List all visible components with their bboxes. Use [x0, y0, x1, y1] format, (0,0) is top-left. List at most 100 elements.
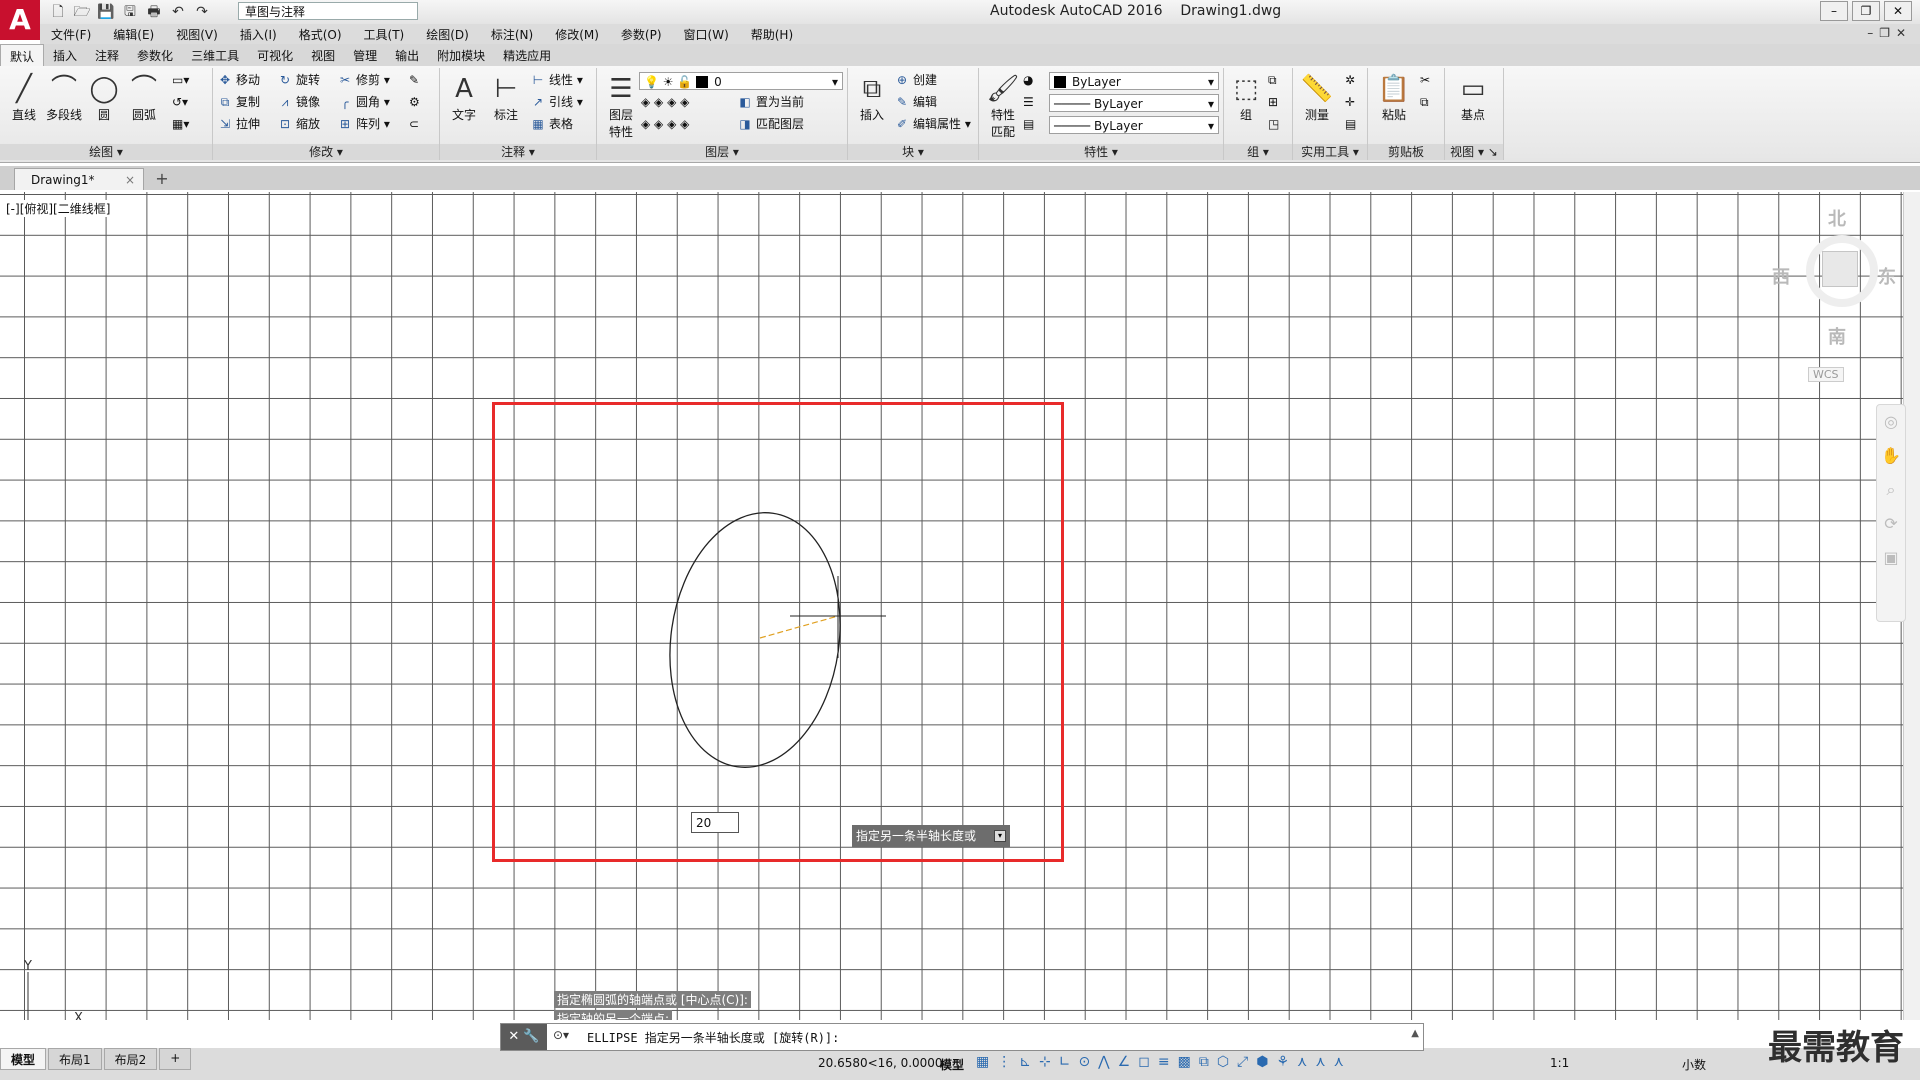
osnap-icon[interactable]: ◻ [1138, 1054, 1150, 1070]
tab-layout1[interactable]: 布局1 [48, 1048, 102, 1070]
leader-tool[interactable]: ↗ 引线 ▾ [530, 92, 583, 112]
3d-osnap-icon[interactable]: ⬡ [1217, 1054, 1229, 1070]
save-as-icon[interactable]: 🖫 [120, 2, 140, 22]
erase-icon[interactable]: ✎ [409, 70, 419, 90]
menu-insert[interactable]: 插入(I) [229, 24, 288, 44]
groups-panel-footer[interactable]: 组 ▾ [1224, 144, 1292, 160]
move-tool[interactable]: ✥ 移动 [217, 70, 260, 90]
undo-icon[interactable]: ↶ [168, 2, 188, 22]
cut-icon[interactable]: ✂ [1420, 70, 1430, 90]
tab-model[interactable]: 模型 [0, 1048, 47, 1070]
menu-file[interactable]: 文件(F) [40, 24, 102, 44]
menu-view[interactable]: 视图(V) [165, 24, 229, 44]
lineweight-toggle-icon[interactable]: ≡ [1158, 1054, 1170, 1070]
tab-featured-apps[interactable]: 精选应用 [494, 44, 560, 66]
menu-format[interactable]: 格式(O) [288, 24, 353, 44]
match-properties-tool[interactable]: 🖌 特性 匹配 [981, 72, 1025, 140]
menu-edit[interactable]: 编辑(E) [102, 24, 165, 44]
minimize-icon[interactable]: – [1820, 1, 1848, 21]
text-tool[interactable]: A 文字 [442, 72, 486, 123]
gizmo-icon[interactable]: ⚘ [1276, 1054, 1289, 1070]
trim-tool[interactable]: ✂ 修剪 ▾ [337, 70, 390, 90]
ortho-icon[interactable]: ∟ [1059, 1054, 1071, 1070]
command-history-toggle[interactable]: ▲ [1411, 1028, 1419, 1039]
selection-filter-icon[interactable]: ⬢ [1256, 1054, 1268, 1070]
draw-panel-footer[interactable]: 绘图 ▾ [0, 144, 212, 160]
menu-dimension[interactable]: 标注(N) [480, 24, 544, 44]
group-tool[interactable]: ⬚ 组 [1224, 72, 1268, 123]
rotate-tool[interactable]: ↻ 旋转 [277, 70, 320, 90]
viewcube-west[interactable]: 西 [1772, 263, 1790, 289]
calculator-icon[interactable]: ▤ [1345, 114, 1356, 134]
polyline-tool[interactable]: ⌒ 多段线 [42, 72, 86, 123]
match-layer-tool[interactable]: ◨ 匹配图层 [737, 114, 804, 134]
mirror-tool[interactable]: ⩘ 镜像 [277, 92, 320, 112]
edit-block-tool[interactable]: ✎ 编辑 [894, 92, 937, 112]
restore-icon[interactable]: ❐ [1852, 1, 1880, 21]
pan-icon[interactable]: ✋ [1877, 439, 1905, 473]
linetype-select[interactable]: ───── ByLayer ▾ [1049, 94, 1219, 112]
recent-commands-icon[interactable]: ⊙▾ [553, 1028, 569, 1042]
menu-window[interactable]: 窗口(W) [673, 24, 740, 44]
arc-tool[interactable]: ⌒ 圆弧 [122, 72, 166, 123]
menu-draw[interactable]: 绘图(D) [415, 24, 480, 44]
ungroup-icon[interactable]: ⧉ [1268, 70, 1277, 90]
dynamic-input-icon[interactable]: ⊹ [1039, 1054, 1051, 1070]
viewcube-south[interactable]: 南 [1828, 323, 1846, 349]
customize-icon[interactable]: 🔧 [523, 1029, 539, 1044]
menu-parametric[interactable]: 参数(P) [610, 24, 673, 44]
set-current-layer-tool[interactable]: ◧ 置为当前 [737, 92, 804, 112]
menu-help[interactable]: 帮助(H) [740, 24, 804, 44]
utilities-panel-footer[interactable]: 实用工具 ▾ [1293, 144, 1367, 160]
layer-properties-tool[interactable]: ☰ 图层 特性 [599, 72, 643, 140]
scale-tool[interactable]: ⊡ 缩放 [277, 114, 320, 134]
viewcube-east[interactable]: 东 [1878, 263, 1896, 289]
tab-annotate[interactable]: 注释 [86, 44, 128, 66]
group-edit-icon[interactable]: ⊞ [1268, 92, 1278, 112]
viewcube[interactable]: 北 西 东 南 WCS [1770, 205, 1896, 385]
command-line[interactable]: ✕ 🔧 ⊙▾ ELLIPSE 指定另一条半轴长度或 [旋转(R)]: ▲ [500, 1023, 1424, 1051]
showmotion-icon[interactable]: ▣ [1877, 541, 1905, 575]
transparency-icon[interactable]: ▤ [1023, 114, 1034, 134]
dimension-tool[interactable]: ⊢ 标注 [484, 72, 528, 123]
isodraft-icon[interactable]: ⋀ [1098, 1054, 1109, 1070]
annotation-panel-footer[interactable]: 注释 ▾ [440, 144, 596, 160]
hatch-icon[interactable]: ▦▾ [172, 114, 189, 134]
modify-panel-footer[interactable]: 修改 ▾ [213, 144, 439, 160]
close-icon[interactable]: ✕ [1884, 1, 1912, 21]
color-select[interactable]: ByLayer ▾ [1049, 72, 1219, 90]
document-tab[interactable]: Drawing1* × [14, 168, 144, 190]
navigation-bar[interactable]: ◎ ✋ ⌕ ⟳ ▣ [1876, 404, 1906, 622]
lineweight-icon[interactable]: ☰ [1023, 92, 1034, 112]
revolve-icon[interactable]: ↺▾ [172, 92, 188, 112]
tab-manage[interactable]: 管理 [344, 44, 386, 66]
base-view-tool[interactable]: ▭ 基点 [1451, 72, 1495, 123]
tab-output[interactable]: 输出 [386, 44, 428, 66]
selection-cycling-icon[interactable]: ⧉ [1199, 1054, 1209, 1070]
print-icon[interactable]: 🖶 [144, 2, 164, 22]
infer-icon[interactable]: ⊾ [1019, 1054, 1031, 1070]
close-command-icon[interactable]: ✕ [508, 1029, 519, 1044]
tab-addins[interactable]: 附加模块 [428, 44, 494, 66]
view-panel-footer[interactable]: 视图 ▾ ↘ [1445, 144, 1503, 160]
create-block-tool[interactable]: ⊕ 创建 [894, 70, 937, 90]
tab-3d-tools[interactable]: 三维工具 [182, 44, 248, 66]
object-track-icon[interactable]: ∠ [1118, 1054, 1131, 1070]
menu-modify[interactable]: 修改(M) [544, 24, 610, 44]
group-select-icon[interactable]: ◳ [1268, 114, 1279, 134]
autoscale-icon[interactable]: ⋏ [1315, 1054, 1325, 1070]
table-tool[interactable]: ▦ 表格 [530, 114, 573, 134]
wcs-menu[interactable]: WCS [1808, 367, 1844, 382]
edit-attributes-tool[interactable]: ✐ 编辑属性 ▾ [894, 114, 971, 134]
annotation-scale[interactable]: 1:1 [1550, 1056, 1569, 1070]
command-prompt[interactable]: ELLIPSE 指定另一条半轴长度或 [旋转(R)]: [587, 1029, 839, 1046]
line-tool[interactable]: ╱ 直线 [2, 72, 46, 123]
units-display[interactable]: 小数 [1682, 1056, 1706, 1073]
menu-tools[interactable]: 工具(T) [353, 24, 416, 44]
snap-icon[interactable]: ⋮ [997, 1054, 1011, 1070]
steering-wheel-icon[interactable]: ◎ [1877, 405, 1905, 439]
new-file-icon[interactable]: 🗋 [48, 2, 68, 22]
circle-tool[interactable]: ◯ 圆 [82, 72, 126, 123]
orbit-icon[interactable]: ⟳ [1877, 507, 1905, 541]
workspace-select[interactable]: 草图与注释 [238, 2, 418, 20]
